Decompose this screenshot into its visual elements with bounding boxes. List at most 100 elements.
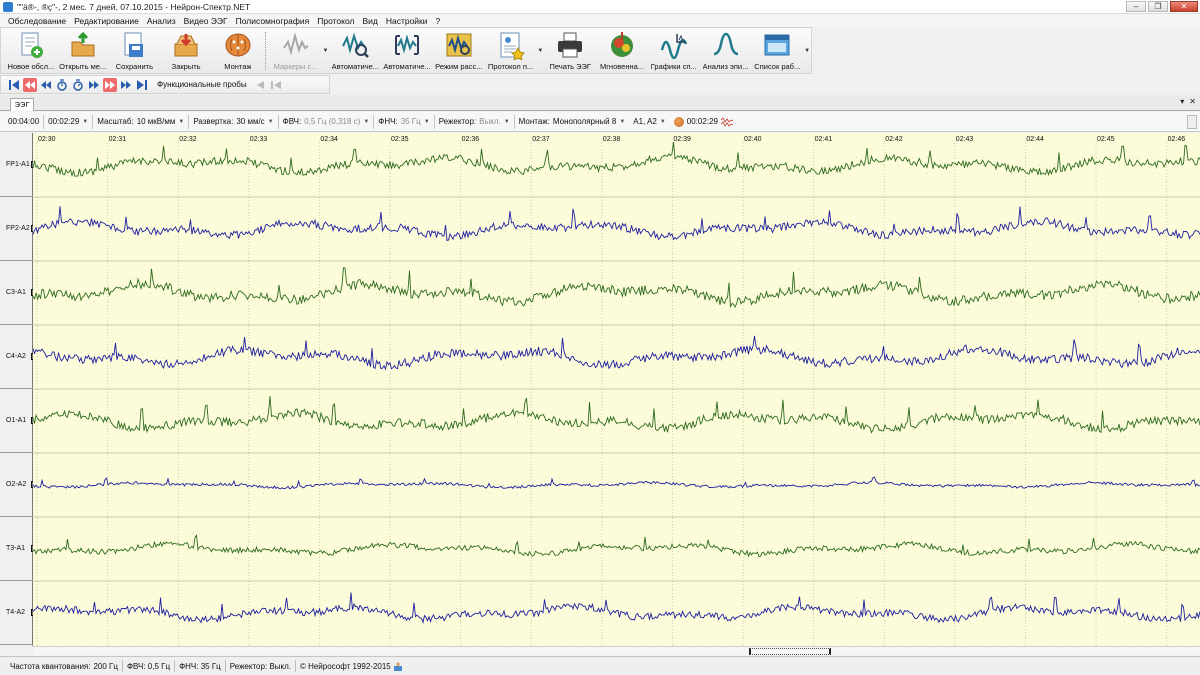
window-list-dropdown-icon[interactable]: ▼	[803, 28, 811, 73]
open-button[interactable]: Открыть ме...	[57, 28, 109, 73]
grid-dot	[870, 333, 871, 334]
channel-label-t4-a2[interactable]: T4-A2	[0, 581, 34, 645]
channel-label-o1-a1[interactable]: O1-A1	[0, 389, 34, 453]
grid-dot	[813, 213, 815, 214]
grid-dot	[361, 141, 363, 142]
grid-dot	[912, 525, 914, 526]
channel-label-c3-a1[interactable]: C3-A1	[0, 261, 34, 325]
epi-analysis-button[interactable]: Анализ эпи...	[700, 28, 752, 73]
grid-dot	[1096, 333, 1097, 334]
page-forward-button[interactable]	[103, 77, 117, 92]
protocol-button[interactable]: Протокол п...	[485, 28, 537, 73]
print-eeg-button[interactable]: Печать ЭЭГ	[544, 28, 596, 73]
grid-dot	[1081, 461, 1083, 462]
minimize-button[interactable]: –	[1126, 1, 1146, 12]
grid-dot	[1081, 365, 1083, 366]
new-exam-button[interactable]: Новое обсл...	[5, 28, 57, 73]
tab-close-icon[interactable]: ✕	[1189, 97, 1196, 106]
grid-dot	[968, 621, 970, 622]
grid-dot	[672, 613, 674, 614]
auto-detect-button[interactable]: Автоматиче...	[381, 28, 433, 73]
tab-eeg[interactable]: ЭЭГ	[10, 98, 34, 111]
montage-select[interactable]: Монтаж: Монополярный 8 ▼	[515, 117, 630, 126]
grid-dot	[827, 437, 829, 438]
menu-video-eeg[interactable]: Видео ЭЭГ	[180, 16, 232, 26]
eeg-trace-area[interactable]: 02:30 02:31 02:32 02:33 02:34 02:35 02:36 02:37…	[33, 133, 1200, 646]
grid-dot	[672, 349, 674, 350]
reference-select[interactable]: A1, A2 ▼	[629, 117, 670, 126]
grid-dot	[135, 277, 137, 278]
view-mode-button[interactable]: Режим расс...	[433, 28, 485, 73]
grid-dot	[503, 341, 504, 342]
menu-help[interactable]: ?	[432, 16, 445, 26]
menu-vid[interactable]: Вид	[358, 16, 381, 26]
play-forward-timer-button[interactable]	[71, 78, 85, 92]
grid-dot	[319, 541, 321, 542]
grid-dot	[51, 277, 52, 278]
go-to-end-button[interactable]	[135, 78, 149, 92]
menu-analiz[interactable]: Анализ	[143, 16, 180, 26]
menu-polisomnografiya[interactable]: Полисомнография	[232, 16, 314, 26]
grid-dot	[121, 221, 123, 222]
forward-button[interactable]	[119, 78, 133, 92]
grid-dot	[841, 141, 843, 142]
protocol-dropdown-icon[interactable]: ▼	[536, 28, 544, 73]
sweep-select[interactable]: Развертка: 30 мм/с ▼	[189, 117, 277, 126]
params-scroll-button[interactable]	[1187, 115, 1197, 129]
grid-dot	[714, 341, 716, 342]
grid-dot	[333, 237, 335, 238]
markers-icon	[281, 30, 311, 60]
tab-menu-icon[interactable]: ▾	[1180, 97, 1184, 106]
grid-dot	[503, 533, 504, 534]
grid-dot	[856, 605, 857, 606]
lpf-select[interactable]: ФНЧ: 35 Гц ▼	[374, 117, 433, 126]
menu-obsledovanie[interactable]: Обследование	[4, 16, 70, 26]
grid-dot	[488, 405, 490, 406]
channel-label-o2-a2[interactable]: O2-A2	[0, 453, 34, 517]
grid-dot	[1039, 245, 1041, 246]
channel-label-fp1-a1[interactable]: FP1-A1	[0, 133, 34, 197]
markers-button[interactable]: Маркеры с...	[270, 28, 322, 73]
auto-analysis-button[interactable]: Автоматиче...	[329, 28, 381, 73]
grid-dot	[262, 413, 264, 414]
notch-select[interactable]: Режектор: Выкл. ▼	[435, 117, 514, 126]
first-test-button[interactable]	[269, 78, 283, 92]
grid-dot	[587, 245, 589, 246]
channel-label-fp2-a2[interactable]: FP2-A2	[0, 197, 34, 261]
grid-dot	[418, 285, 419, 286]
grid-dot	[743, 277, 744, 278]
grid-dot	[728, 157, 730, 158]
scale-select[interactable]: Масштаб: 10 мкВ/мм ▼	[93, 117, 188, 126]
maximize-button[interactable]: ❐	[1148, 1, 1168, 12]
close-window-button[interactable]: ✕	[1170, 1, 1198, 12]
page-back-button[interactable]	[23, 77, 37, 92]
hpf-select[interactable]: ФВЧ: 0,5 Гц (0,318 с) ▼	[279, 117, 374, 126]
go-to-start-button[interactable]	[7, 78, 21, 92]
step-forward-button[interactable]	[87, 78, 101, 92]
menu-nastroiki[interactable]: Настройки	[382, 16, 432, 26]
spectrum-graph-button[interactable]: Графики сп...	[648, 28, 700, 73]
position-field[interactable]: 00:02:29 ▼	[44, 117, 92, 126]
window-list-button[interactable]: Список раб...	[751, 28, 803, 73]
grid-dot	[644, 445, 645, 446]
instant-map-button[interactable]: Мгновенна...	[596, 28, 648, 73]
prev-test-button[interactable]	[253, 78, 267, 92]
channel-label-c4-a2[interactable]: C4-A2	[0, 325, 34, 389]
grid-dot	[234, 621, 236, 622]
grid-dot	[460, 501, 462, 502]
markers-dropdown-icon[interactable]: ▼	[321, 28, 329, 73]
close-exam-button[interactable]: Закрыть	[160, 28, 212, 73]
channel-label-t3-a1[interactable]: T3-A1	[0, 517, 34, 581]
grid-dot	[1081, 205, 1083, 206]
grid-dot	[291, 573, 292, 574]
grid-dot	[460, 285, 462, 286]
menu-redaktirovanie[interactable]: Редактирование	[70, 16, 143, 26]
montage-button[interactable]: Монтаж	[212, 28, 264, 73]
step-back-button[interactable]	[39, 78, 53, 92]
eeg-wave-icon[interactable]	[720, 116, 733, 127]
grid-dot	[531, 309, 532, 310]
menu-protokol[interactable]: Протокол	[313, 16, 358, 26]
play-back-timer-button[interactable]	[55, 78, 69, 92]
save-icon	[119, 30, 149, 60]
save-button[interactable]: Сохранить	[109, 28, 161, 73]
